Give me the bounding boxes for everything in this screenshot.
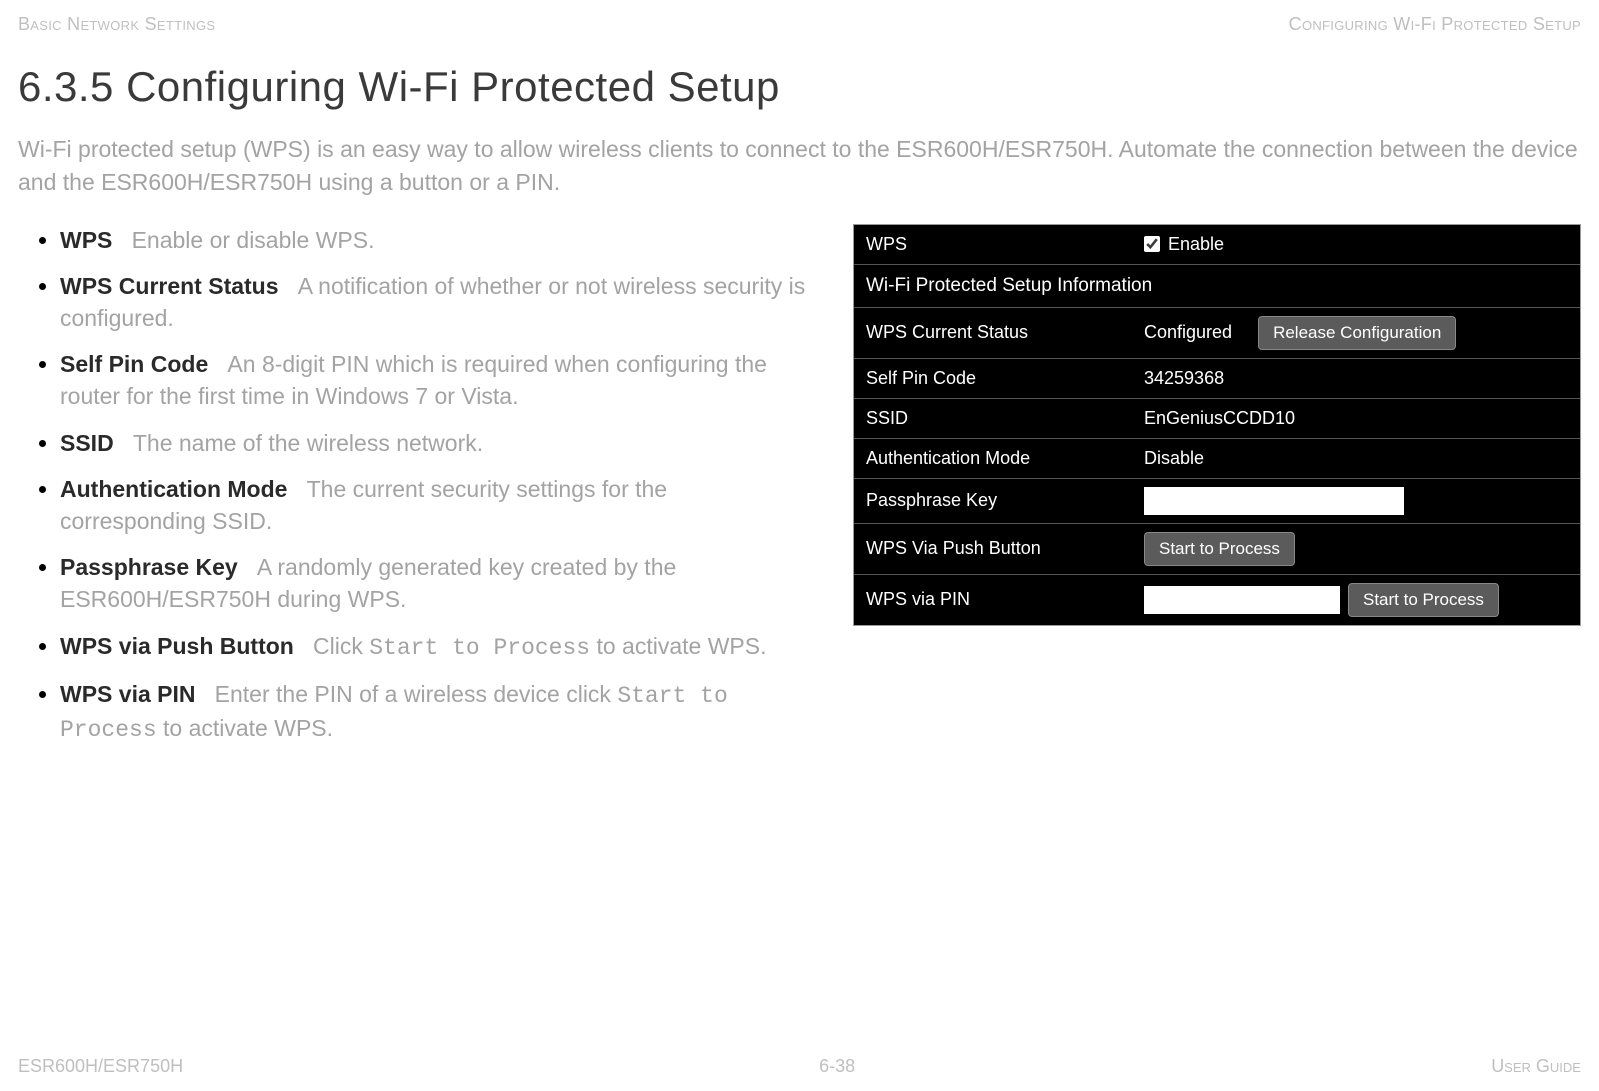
term: Self Pin Code bbox=[60, 351, 208, 377]
wps-current-status-value: Configured bbox=[1144, 322, 1232, 343]
wps-section-header: Wi-Fi Protected Setup Information bbox=[854, 265, 1580, 308]
list-item: WPS via PIN Enter the PIN of a wireless … bbox=[60, 678, 815, 746]
wps-row-label: Self Pin Code bbox=[854, 360, 1134, 397]
wps-push-button[interactable]: Start to Process bbox=[1144, 532, 1295, 566]
definition-list: WPS Enable or disable WPS. WPS Current S… bbox=[18, 224, 815, 746]
term: Authentication Mode bbox=[60, 476, 287, 502]
ssid-value: EnGeniusCCDD10 bbox=[1134, 400, 1580, 437]
term: WPS Current Status bbox=[60, 273, 279, 299]
intro-paragraph: Wi-Fi protected setup (WPS) is an easy w… bbox=[18, 133, 1581, 200]
auth-mode-value: Disable bbox=[1134, 440, 1580, 477]
footer-left: ESR600H/ESR750H bbox=[18, 1056, 183, 1077]
footer-page-number: 6-38 bbox=[819, 1056, 855, 1077]
wps-row-label: WPS bbox=[854, 226, 1134, 263]
page-footer: ESR600H/ESR750H 6-38 User Guide bbox=[18, 1056, 1581, 1077]
wps-enable-checkbox[interactable] bbox=[1144, 236, 1160, 252]
wps-row-label: WPS Via Push Button bbox=[854, 530, 1134, 567]
list-item: WPS Enable or disable WPS. bbox=[60, 224, 815, 256]
section-title: 6.3.5 Configuring Wi-Fi Protected Setup bbox=[18, 63, 1581, 111]
release-configuration-button[interactable]: Release Configuration bbox=[1258, 316, 1456, 350]
list-item: Authentication Mode The current security… bbox=[60, 473, 815, 537]
wps-row-label: SSID bbox=[854, 400, 1134, 437]
page-header: Basic Network Settings Configuring Wi-Fi… bbox=[18, 14, 1581, 35]
term: SSID bbox=[60, 430, 114, 456]
wps-row-label: WPS Current Status bbox=[854, 314, 1134, 351]
wps-row-label: Authentication Mode bbox=[854, 440, 1134, 477]
list-item: SSID The name of the wireless network. bbox=[60, 427, 815, 459]
footer-right: User Guide bbox=[1491, 1056, 1581, 1077]
term: WPS bbox=[60, 227, 112, 253]
list-item: Self Pin Code An 8-digit PIN which is re… bbox=[60, 348, 815, 412]
term: Passphrase Key bbox=[60, 554, 238, 580]
wps-pin-button[interactable]: Start to Process bbox=[1348, 583, 1499, 617]
wps-panel: WPS Enable Wi-Fi Protected Setup Informa… bbox=[853, 224, 1581, 626]
wps-pin-input[interactable] bbox=[1144, 586, 1340, 614]
desc: Click Start to Process to activate WPS. bbox=[300, 633, 766, 659]
passphrase-input[interactable] bbox=[1144, 487, 1404, 515]
list-item: Passphrase Key A randomly generated key … bbox=[60, 551, 815, 615]
header-left: Basic Network Settings bbox=[18, 14, 215, 35]
list-item: WPS via Push Button Click Start to Proce… bbox=[60, 630, 815, 664]
term: WPS via PIN bbox=[60, 681, 195, 707]
wps-row-label: WPS via PIN bbox=[854, 581, 1134, 618]
self-pin-value: 34259368 bbox=[1134, 360, 1580, 397]
term: WPS via Push Button bbox=[60, 633, 294, 659]
header-right: Configuring Wi-Fi Protected Setup bbox=[1289, 14, 1581, 35]
wps-enable-label: Enable bbox=[1168, 234, 1224, 255]
desc: The name of the wireless network. bbox=[120, 430, 483, 456]
wps-row-label: Passphrase Key bbox=[854, 482, 1134, 519]
list-item: WPS Current Status A notification of whe… bbox=[60, 270, 815, 334]
desc: Enable or disable WPS. bbox=[119, 227, 375, 253]
